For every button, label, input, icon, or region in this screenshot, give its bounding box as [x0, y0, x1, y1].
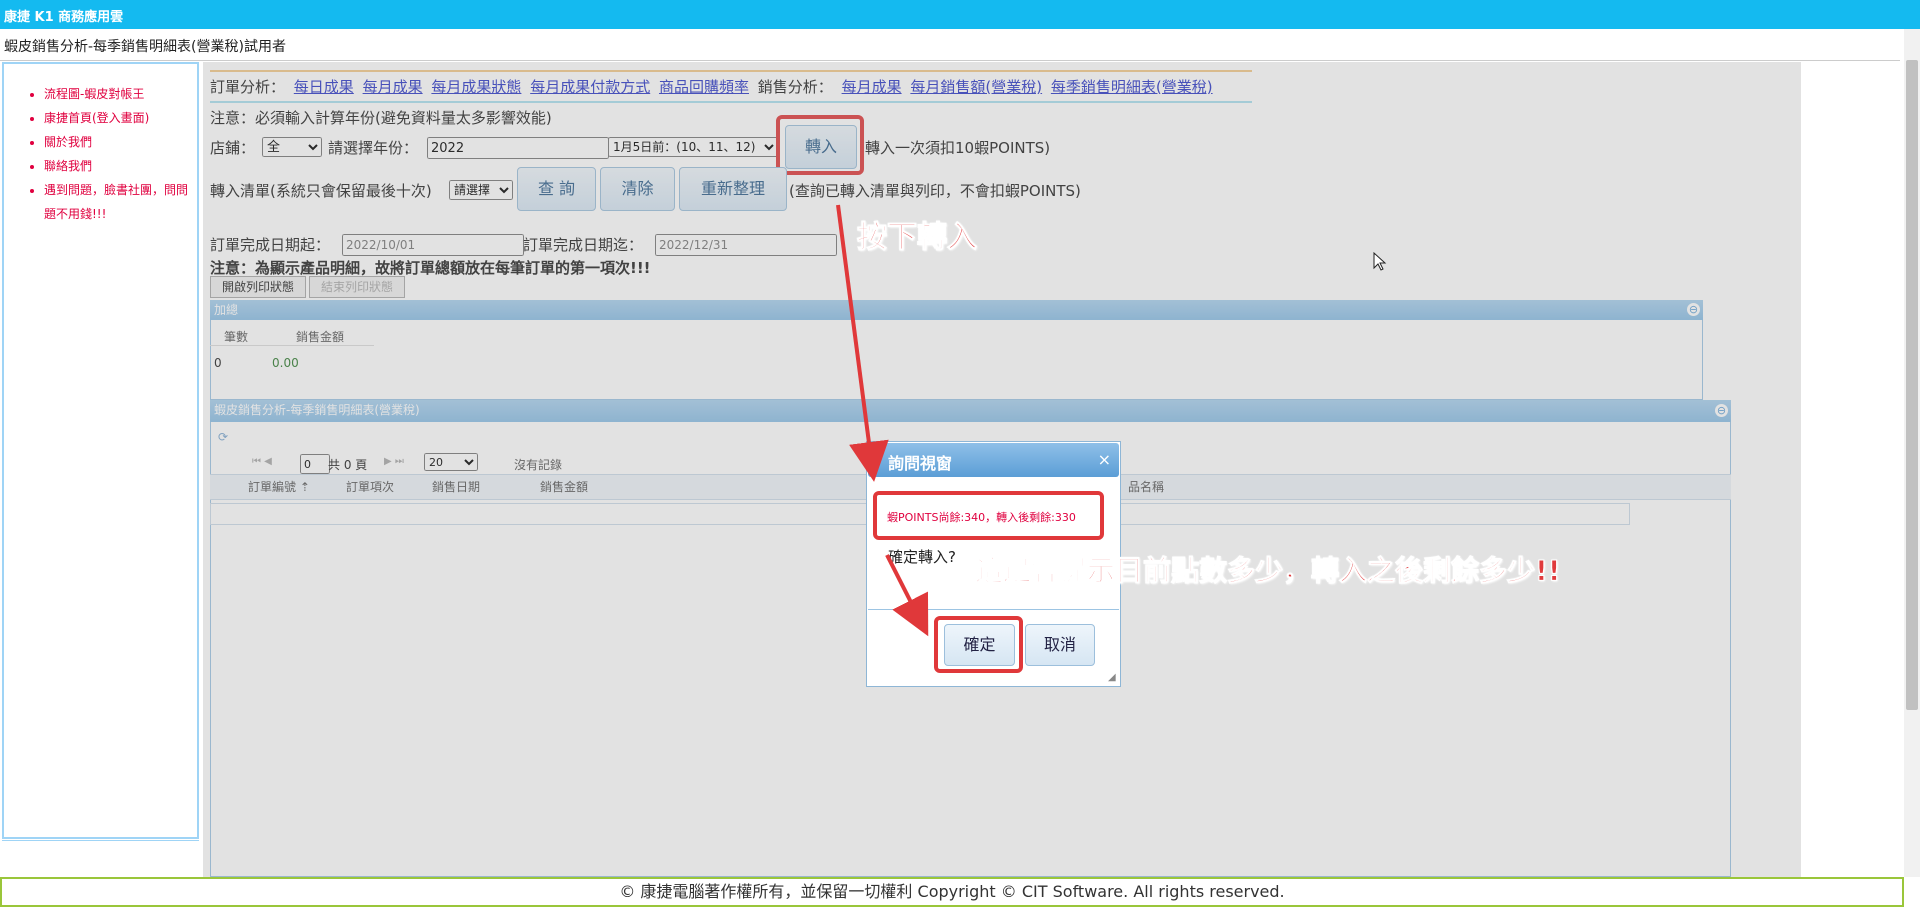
annotation-arrows	[836, 204, 929, 637]
mouse-cursor-icon	[1373, 252, 1387, 271]
footer: © 康捷電腦著作權所有，並保留一切權利 Copyright © CIT Soft…	[0, 877, 1904, 907]
annotation-points-hint: 這邊會提示目前點數多少，轉入之後剩餘多少!!	[975, 554, 1562, 588]
annotation-press-import: 按下轉入	[857, 220, 978, 256]
arrow-to-ok	[885, 554, 929, 637]
copyright-text: © 康捷電腦著作權所有，並保留一切權利 Copyright © CIT Soft…	[619, 882, 1285, 901]
scrollbar-thumb[interactable]	[1906, 60, 1918, 710]
